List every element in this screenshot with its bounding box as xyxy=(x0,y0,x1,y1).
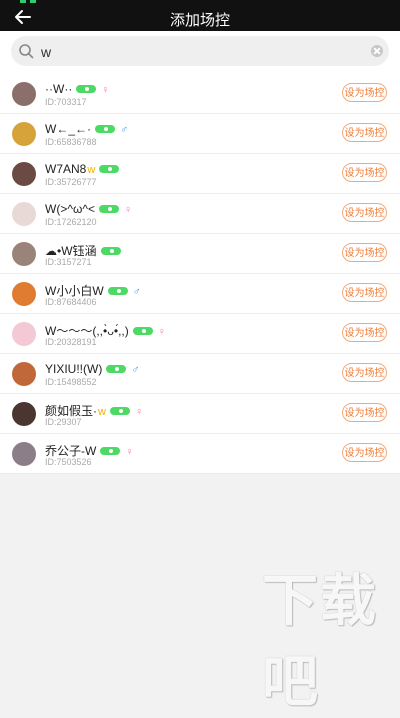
female-icon: ♀ xyxy=(123,204,133,216)
user-id: ID:703317 xyxy=(45,97,87,107)
vip-mark: w xyxy=(98,406,106,418)
user-name-line: ··W·· ♀ xyxy=(45,82,110,96)
app-header: 添加场控 xyxy=(0,4,400,31)
user-row: W←_←· ♂ ID:65836788 设为场控 xyxy=(0,114,400,154)
user-name-line: W(>^ω^< ♀ xyxy=(45,202,132,216)
set-as-moderator-button[interactable]: 设为场控 xyxy=(342,203,387,222)
set-as-moderator-button[interactable]: 设为场控 xyxy=(342,323,387,342)
level-badge xyxy=(98,204,119,213)
avatar[interactable] xyxy=(12,402,36,426)
user-id: ID:20328191 xyxy=(45,337,97,347)
female-icon: ♀ xyxy=(101,84,110,96)
search-input[interactable] xyxy=(39,40,363,64)
user-row: W小小白W ♂ ID:87684406 设为场控 xyxy=(0,274,400,314)
user-list: ··W·· ♀ ID:703317 设为场控 W←_←· ♂ ID:65836788 设为场控… xyxy=(0,74,400,474)
avatar[interactable] xyxy=(12,122,36,146)
user-name: YIXIU!!(W) xyxy=(45,362,103,376)
user-name: ☁•W钰涵 xyxy=(45,244,97,258)
user-id: ID:15498552 xyxy=(45,377,97,387)
level-badge xyxy=(100,246,121,255)
user-id: ID:7503526 xyxy=(45,457,92,467)
avatar[interactable] xyxy=(12,162,36,186)
watermark-logo: 下载吧 xyxy=(262,556,400,718)
signal-indicator xyxy=(30,0,36,3)
set-as-moderator-button[interactable]: 设为场控 xyxy=(342,283,387,302)
level-badge xyxy=(132,326,153,335)
user-name: W小小白W xyxy=(45,284,104,298)
user-row: YIXIU!!(W) ♂ ID:15498552 设为场控 xyxy=(0,354,400,394)
set-as-moderator-button[interactable]: 设为场控 xyxy=(342,123,387,142)
level-badge xyxy=(106,364,127,373)
avatar[interactable] xyxy=(12,242,36,266)
search-box xyxy=(11,36,389,66)
user-name: W←_←· xyxy=(45,122,91,136)
avatar[interactable] xyxy=(12,442,36,466)
male-icon: ♂ xyxy=(131,364,140,376)
set-as-moderator-button[interactable]: 设为场控 xyxy=(342,363,387,382)
user-row: ··W·· ♀ ID:703317 设为场控 xyxy=(0,74,400,114)
set-as-moderator-button[interactable]: 设为场控 xyxy=(342,243,387,262)
user-name: 颜如假玉· xyxy=(45,404,97,418)
user-id: ID:3157271 xyxy=(45,257,92,267)
user-name: W(>^ω^< xyxy=(45,202,95,216)
set-as-moderator-button[interactable]: 设为场控 xyxy=(342,403,387,422)
user-name-line: W7AN8w xyxy=(45,162,120,176)
avatar[interactable] xyxy=(12,282,36,306)
avatar[interactable] xyxy=(12,202,36,226)
set-as-moderator-button[interactable]: 设为场控 xyxy=(342,443,387,462)
user-id: ID:87684406 xyxy=(45,297,97,307)
user-name: ··W·· xyxy=(45,82,73,96)
user-row: 乔公子-W ♀ ID:7503526 设为场控 xyxy=(0,434,400,474)
vip-mark: w xyxy=(87,164,96,176)
user-row: W7AN8w ID:35726777 设为场控 xyxy=(0,154,400,194)
male-icon: ♂ xyxy=(132,286,141,298)
user-id: ID:65836788 xyxy=(45,137,97,147)
level-badge xyxy=(107,286,128,295)
signal-indicator xyxy=(20,0,26,3)
user-id: ID:17262120 xyxy=(45,217,97,227)
user-row: ☁•W钰涵 ID:3157271 设为场控 xyxy=(0,234,400,274)
user-row: W～～～(,,•̀ᴗ•́,,) ♀ ID:20328191 设为场控 xyxy=(0,314,400,354)
search-icon xyxy=(19,44,34,59)
level-badge xyxy=(109,406,130,415)
user-name: W～～～(,,•̀ᴗ•́,,) xyxy=(45,324,129,338)
set-as-moderator-button[interactable]: 设为场控 xyxy=(342,163,387,182)
avatar[interactable] xyxy=(12,322,36,346)
level-badge xyxy=(95,124,115,133)
user-id: ID:35726777 xyxy=(45,177,97,187)
female-icon: ♀ xyxy=(157,326,166,338)
level-badge xyxy=(100,446,121,455)
user-id: ID:29307 xyxy=(45,417,82,427)
avatar[interactable] xyxy=(12,362,36,386)
female-icon: ♀ xyxy=(125,446,134,458)
user-name-line: W←_←· ♂ xyxy=(45,122,128,136)
level-badge xyxy=(99,164,120,173)
search-bar xyxy=(0,31,400,74)
user-row: W(>^ω^< ♀ ID:17262120 设为场控 xyxy=(0,194,400,234)
watermark-text: 下载吧 xyxy=(262,569,378,715)
user-name: 乔公子-W xyxy=(45,444,97,458)
user-row: 颜如假玉·w ♀ ID:29307 设为场控 xyxy=(0,394,400,434)
male-icon: ♂ xyxy=(120,124,129,136)
level-badge xyxy=(76,84,97,93)
female-icon: ♀ xyxy=(134,406,144,418)
user-name: W7AN8 xyxy=(45,162,87,176)
avatar[interactable] xyxy=(12,82,36,106)
set-as-moderator-button[interactable]: 设为场控 xyxy=(342,83,387,102)
user-name-line: YIXIU!!(W) ♂ xyxy=(45,362,140,376)
clear-icon[interactable] xyxy=(371,45,383,57)
page-title: 添加场控 xyxy=(169,12,230,29)
